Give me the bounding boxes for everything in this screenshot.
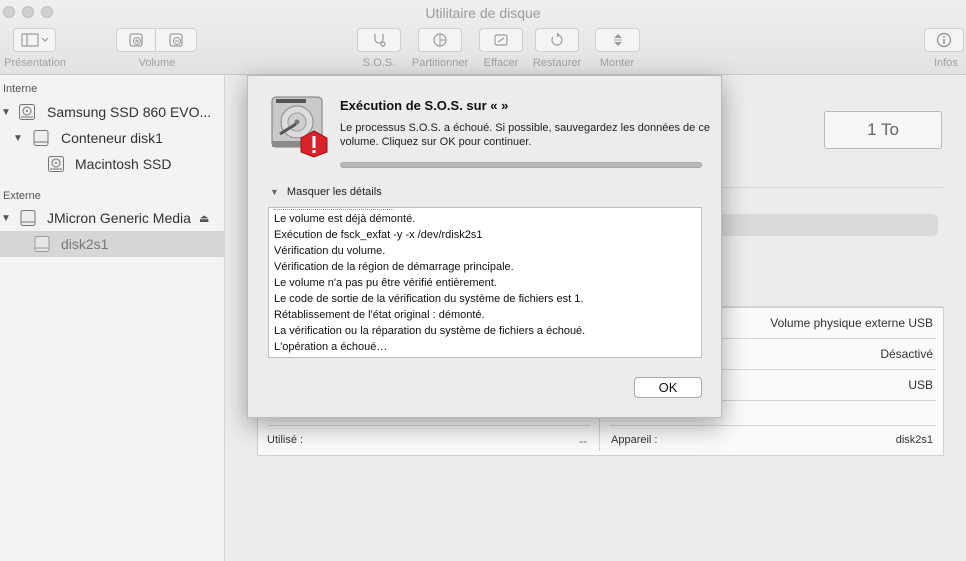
disclosure-triangle-icon[interactable]: ▼ <box>270 187 279 197</box>
container-drive-icon <box>33 130 49 146</box>
sidebar-view-icon <box>20 33 48 47</box>
stethoscope-icon <box>374 34 386 47</box>
sidebar: Interne ▼ Samsung SSD 860 EVO... ▼ Conte… <box>0 75 225 561</box>
log-scrolled-line <box>274 208 394 210</box>
partition-label: Partitionner <box>411 57 469 69</box>
first-aid-label: S.O.S. <box>362 57 396 69</box>
partition-button[interactable] <box>418 28 462 52</box>
device-label: Appareil : <box>611 434 658 446</box>
info-label: Infos <box>934 57 958 69</box>
hide-details-toggle[interactable]: ▼ Masquer les détails <box>270 186 382 198</box>
erase-button[interactable] <box>479 28 523 52</box>
dialog-title: Exécution de S.O.S. sur « » <box>340 98 509 113</box>
sidebar-item-label: Macintosh SSD <box>75 156 172 172</box>
info-button[interactable] <box>924 28 964 52</box>
presentation-button[interactable] <box>13 28 56 52</box>
log-line: La vérification ou la réparation du syst… <box>274 325 586 337</box>
drive-warning-icon <box>271 96 328 158</box>
sidebar-item-label: JMicron Generic Media <box>47 210 191 226</box>
partition-icon <box>433 33 447 47</box>
ok-button[interactable]: OK <box>634 377 702 398</box>
eject-icon[interactable]: ⏏ <box>199 212 209 225</box>
erase-label: Effacer <box>483 57 519 69</box>
sidebar-item-jmicron[interactable]: ▼ JMicron Generic Media ⏏ <box>0 205 224 231</box>
divider <box>722 187 943 188</box>
mount-icon <box>613 34 622 46</box>
disclosure-triangle-icon[interactable]: ▼ <box>1 107 11 118</box>
add-volume-button[interactable] <box>116 28 156 52</box>
disclosure-triangle-icon[interactable]: ▼ <box>1 213 11 224</box>
window-title: Utilitaire de disque <box>425 5 541 21</box>
sidebar-header-external: Externe <box>3 190 41 202</box>
external-drive-icon <box>20 210 36 226</box>
device-value: disk2s1 <box>895 434 933 446</box>
sidebar-item-disk2s1[interactable]: disk2s1 <box>0 231 224 257</box>
presentation-label: Présentation <box>4 57 66 69</box>
owners-value: Désactivé <box>880 347 933 361</box>
log-line: Exécution de fsck_exfat -y -x /dev/rdisk… <box>274 229 483 241</box>
mount-button[interactable] <box>595 28 640 52</box>
add-volume-icon <box>129 33 143 47</box>
details-log[interactable]: Le volume est déjà démonté. Exécution de… <box>268 207 702 358</box>
sidebar-item-macintosh-ssd[interactable]: Macintosh SSD <box>0 151 224 177</box>
info-icon <box>936 32 952 48</box>
restore-label: Restaurer <box>532 57 582 69</box>
window-toolbar: Utilitaire de disque Présentation Volume <box>0 0 966 75</box>
hide-details-label: Masquer les détails <box>286 186 382 198</box>
dialog-message: Le processus S.O.S. a échoué. Si possibl… <box>340 122 710 148</box>
remove-volume-button[interactable] <box>156 28 197 52</box>
sidebar-header-internal: Interne <box>3 83 38 95</box>
progress-bar <box>340 162 702 168</box>
log-line: Vérification de la région de démarrage p… <box>274 261 514 273</box>
restore-icon <box>551 32 563 46</box>
sidebar-item-label: Samsung SSD 860 EVO... <box>47 104 212 120</box>
log-line: Le volume n'a pas pu être vérifié entièr… <box>274 277 497 289</box>
restore-button[interactable] <box>535 28 579 52</box>
sidebar-item-container-disk1[interactable]: ▼ Conteneur disk1 <box>0 125 224 151</box>
volume-label: Volume <box>138 57 176 69</box>
type-value: Volume physique externe USB <box>770 316 933 330</box>
log-line: L'opération a échoué… <box>274 341 388 353</box>
volume-drive-icon <box>34 236 50 252</box>
first-aid-button[interactable] <box>357 28 401 52</box>
log-line: Le volume est déjà démonté. <box>274 213 416 225</box>
log-line: Rétablissement de l'état original : démo… <box>274 309 485 321</box>
sidebar-item-label: disk2s1 <box>61 236 109 252</box>
used-label: Utilisé : <box>267 434 304 446</box>
internal-drive-icon <box>19 104 35 120</box>
erase-icon <box>494 34 508 46</box>
log-line: Le code de sortie de la vérification du … <box>274 293 584 305</box>
divider <box>268 425 590 426</box>
sidebar-item-samsung-ssd[interactable]: ▼ Samsung SSD 860 EVO... <box>0 99 224 125</box>
mount-label: Monter <box>599 57 635 69</box>
first-aid-dialog: Exécution de S.O.S. sur « » Le processus… <box>247 75 722 418</box>
capacity-box: 1 To <box>824 111 942 149</box>
log-line: Vérification du volume. <box>274 245 386 257</box>
sidebar-item-label: Conteneur disk1 <box>61 130 163 146</box>
disclosure-triangle-icon[interactable]: ▼ <box>13 133 23 144</box>
remove-volume-icon <box>169 33 183 47</box>
divider <box>610 425 936 426</box>
used-value: -- <box>579 434 587 448</box>
connection-value: USB <box>908 378 933 392</box>
internal-drive-icon <box>48 156 64 172</box>
